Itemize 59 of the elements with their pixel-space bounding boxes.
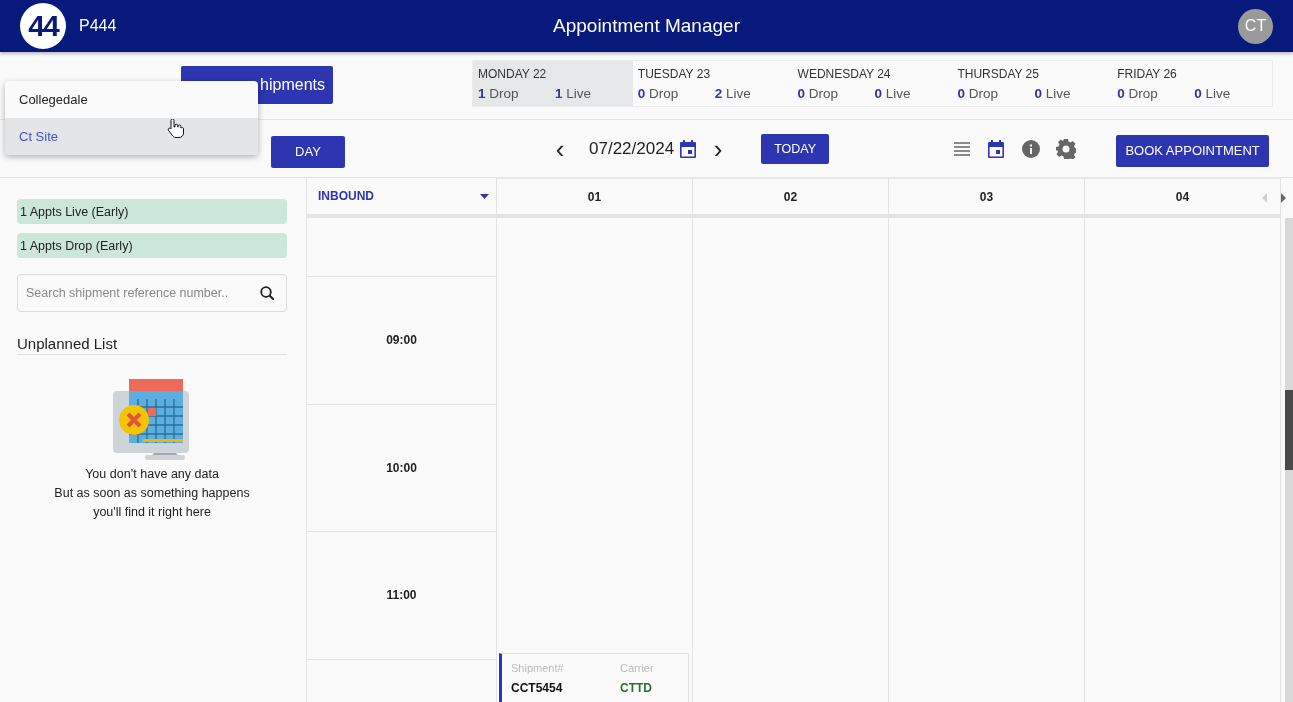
live-count: 0 Live <box>874 86 911 101</box>
day-summary[interactable]: THURSDAY 25 0 Drop 0 Live <box>952 61 1113 106</box>
dock-header: 02 <box>693 178 888 218</box>
time-label: 11:00 <box>386 588 417 603</box>
day-name: FRIDAY 26 <box>1117 67 1178 81</box>
drop-count: 0 Drop <box>797 86 840 101</box>
carrier-name: CTTD <box>620 680 653 697</box>
scroll-right-icon[interactable] <box>1281 193 1286 203</box>
menu-item[interactable]: Collegedale <box>5 81 258 118</box>
calendar-view-icon[interactable] <box>987 139 1006 158</box>
info-icon[interactable] <box>1022 139 1041 158</box>
day-name: WEDNESDAY 24 <box>797 67 892 81</box>
section-title: Unplanned List <box>17 335 287 355</box>
shipment-number: CCT5454 <box>511 680 564 697</box>
day-name: TUESDAY 23 <box>637 67 712 81</box>
site-code: P444 <box>79 17 117 35</box>
live-count: 1 Live <box>555 86 592 101</box>
time-label: 09:00 <box>386 333 417 348</box>
dock-header: 04 <box>1085 178 1280 218</box>
summary-chip: 1 Appts Live (Early) <box>17 199 287 224</box>
drop-count: 0 Drop <box>637 86 680 101</box>
view-dropdown[interactable]: DAY <box>271 135 345 168</box>
settings-icon[interactable] <box>1056 138 1077 159</box>
caret-icon <box>480 193 489 199</box>
direction-dropdown[interactable]: INBOUND <box>307 178 496 218</box>
day-name: MONDAY 22 <box>478 67 548 81</box>
empty-message: You don’t have any data But as soon as something happens you'll find it right here <box>53 466 251 521</box>
day-summary[interactable]: WEDNESDAY 24 0 Drop 0 Live <box>792 61 953 106</box>
time-label: 10:00 <box>386 460 417 475</box>
drop-count: 0 Drop <box>957 86 999 101</box>
date-field[interactable]: 07/22/2024 <box>589 138 675 159</box>
list-view-icon[interactable] <box>954 141 971 156</box>
live-count: 0 Live <box>1194 86 1231 101</box>
dock-header: 03 <box>889 178 1084 218</box>
day-name: THURSDAY 25 <box>957 67 1040 81</box>
search-icon[interactable] <box>260 286 274 300</box>
dock-header: 01 <box>497 178 692 218</box>
summary-chip: 1 Appts Drop (Early) <box>17 233 287 258</box>
drop-count: 1 Drop <box>478 86 520 101</box>
drop-count: 0 Drop <box>1117 86 1159 101</box>
field-label: Carrier <box>620 661 655 676</box>
app-title: Appointment Manager <box>553 15 740 37</box>
live-count: 2 Live <box>714 86 751 101</box>
live-count: 0 Live <box>1034 86 1071 101</box>
today-button[interactable]: TODAY <box>761 133 830 164</box>
logo: 44 <box>20 3 66 49</box>
menu-item[interactable]: Ct Site <box>5 118 258 155</box>
calendar-icon[interactable] <box>679 139 698 158</box>
appointment-card[interactable]: Shipment# Carrier CCT5454 CTTD <box>499 652 689 702</box>
site-menu[interactable]: Collegedale Ct Site <box>5 81 258 155</box>
previous-day-button[interactable]: ‹ <box>553 138 567 159</box>
day-summary[interactable]: FRIDAY 26 0 Drop 0 Live <box>1112 61 1272 106</box>
search-field[interactable]: Search shipment reference number.. <box>17 274 287 312</box>
day-summary[interactable]: MONDAY 22 1 Drop 1 Live <box>473 61 633 106</box>
hand-cursor-icon <box>167 119 184 138</box>
book-appointment-button[interactable]: BOOK APPOINTMENT <box>1116 134 1270 167</box>
field-label: Shipment# <box>511 661 565 676</box>
day-summary[interactable]: TUESDAY 23 0 Drop 2 Live <box>632 61 793 106</box>
next-day-button[interactable]: › <box>711 138 726 159</box>
